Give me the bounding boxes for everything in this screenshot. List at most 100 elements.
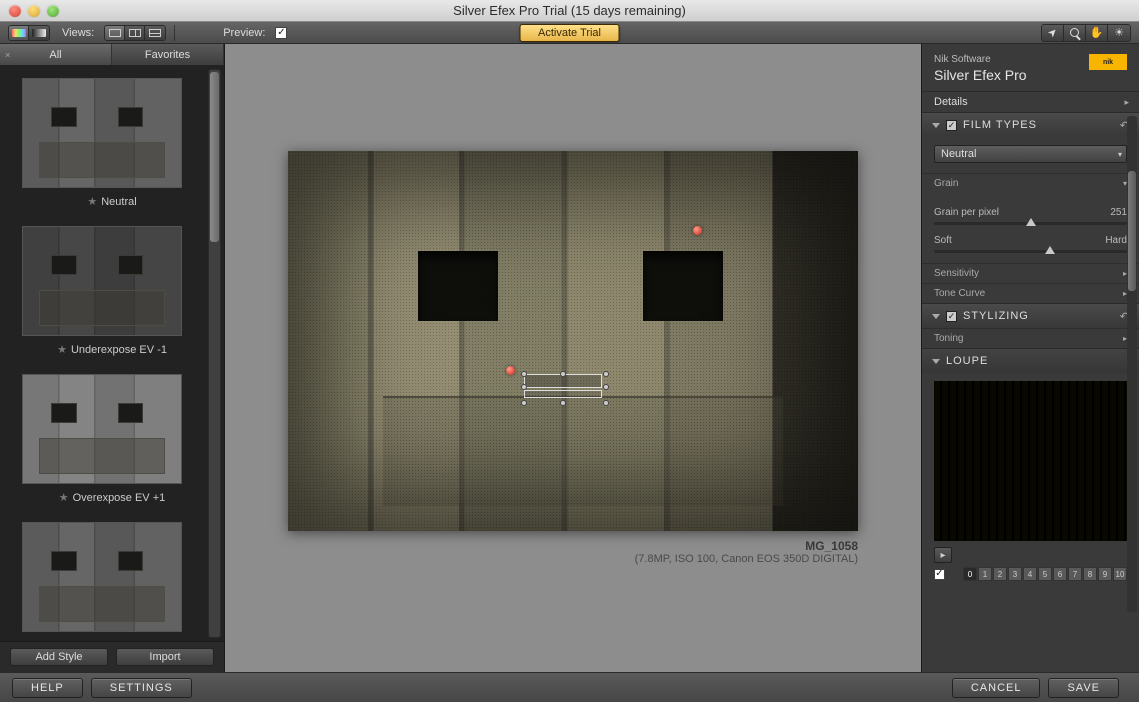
pointer-icon: ➤ (1045, 25, 1061, 41)
grain-label: Grain (934, 178, 958, 189)
loupe-preview[interactable] (934, 381, 1128, 541)
close-window-button[interactable] (9, 5, 21, 17)
favorite-star-icon[interactable]: ★ (87, 196, 97, 208)
loupe-pin-button[interactable]: ▸ (934, 547, 952, 563)
pan-tool[interactable]: ✋ (1086, 25, 1108, 41)
tone-curve-label: Tone Curve (934, 288, 985, 299)
zoom-tool[interactable] (1064, 25, 1086, 41)
color-mode-grey[interactable] (29, 26, 49, 40)
dropdown-icon: ▾ (1118, 150, 1122, 159)
preset-item[interactable]: ★ Overexpose EV +1 (22, 374, 202, 504)
control-point[interactable] (506, 366, 515, 375)
zone-3[interactable]: 3 (1008, 567, 1022, 581)
zone-4[interactable]: 4 (1023, 567, 1037, 581)
film-types-label: FILM TYPES (963, 119, 1037, 131)
control-point[interactable] (693, 226, 702, 235)
lightbulb-icon: ☀ (1114, 26, 1124, 39)
zone-5[interactable]: 5 (1038, 567, 1052, 581)
preset-scrollbar[interactable] (208, 69, 221, 638)
preset-item[interactable]: ★Underexpose EV -1 (22, 226, 202, 356)
sensitivity-label: Sensitivity (934, 268, 979, 279)
preset-scroll: ★ Neutral ★Underexpose EV -1 ★ Overexpose … (0, 66, 224, 641)
zone-scale: 0 1 2 3 4 5 6 7 8 9 10 (963, 567, 1127, 581)
preset-label: Overexpose EV +1 (73, 492, 166, 504)
magnifier-icon (1070, 28, 1079, 37)
preview-checkbox[interactable]: ✓ (275, 27, 287, 39)
window-titlebar: Silver Efex Pro Trial (15 days remaining… (0, 0, 1139, 22)
light-tool[interactable]: ☀ (1108, 25, 1130, 41)
scrollbar-thumb[interactable] (210, 72, 219, 242)
favorite-star-icon[interactable]: ★ (57, 344, 67, 356)
split-vertical-icon (129, 29, 141, 37)
hand-icon: ✋ (1090, 26, 1104, 39)
stylizing-checkbox[interactable]: ✓ (946, 311, 957, 322)
film-type-select[interactable]: Neutral ▾ (934, 145, 1127, 163)
settings-button[interactable]: SETTINGS (91, 678, 192, 698)
favorite-star-icon[interactable]: ★ (59, 492, 69, 504)
grain-per-pixel-slider[interactable] (934, 222, 1127, 225)
chevron-right-icon: ▸ (1124, 97, 1129, 108)
film-types-checkbox[interactable]: ✓ (946, 120, 957, 131)
film-type-value: Neutral (941, 148, 976, 160)
stylizing-section-header[interactable]: ✓ STYLIZING ↶ (922, 304, 1139, 328)
control-point-sliders[interactable] (516, 366, 611, 404)
loupe-label: LOUPE (946, 355, 988, 367)
grain-hardness-slider[interactable] (934, 250, 1127, 253)
split-horizontal-icon (149, 29, 161, 37)
preset-item[interactable] (22, 522, 202, 632)
save-button[interactable]: SAVE (1048, 678, 1119, 698)
scrollbar-thumb[interactable] (1128, 171, 1136, 291)
nik-logo: nik (1089, 54, 1127, 70)
import-button[interactable]: Import (116, 648, 214, 666)
zone-checkbox[interactable]: ✓ (934, 569, 945, 580)
preset-actions: Add Style Import (0, 641, 224, 672)
details-section-header[interactable]: Details ▸ (922, 92, 1139, 112)
details-label: Details (934, 96, 968, 108)
view-single[interactable] (105, 26, 125, 40)
zone-6[interactable]: 6 (1053, 567, 1067, 581)
view-split-h[interactable] (145, 26, 165, 40)
main-image[interactable] (288, 151, 858, 531)
sensitivity-row[interactable]: Sensitivity ▸ (922, 263, 1139, 283)
left-panel: ×All Favorites ★ Neutral ★Underexpose EV … (0, 44, 225, 672)
grain-per-pixel-value: 251 (1110, 207, 1127, 218)
image-metadata: (7.8MP, ISO 100, Canon EOS 350D DIGITAL) (288, 553, 858, 565)
preset-label: Neutral (101, 196, 136, 208)
preset-item[interactable]: ★ Neutral (22, 78, 202, 208)
tone-curve-row[interactable]: Tone Curve ▸ (922, 283, 1139, 303)
close-icon[interactable]: × (5, 50, 10, 60)
color-mode-color[interactable] (9, 26, 29, 40)
stylizing-label: STYLIZING (963, 310, 1029, 322)
greyscale-icon (32, 29, 46, 37)
view-split-v[interactable] (125, 26, 145, 40)
minimize-window-button[interactable] (28, 5, 40, 17)
zone-1[interactable]: 1 (978, 567, 992, 581)
pointer-tool[interactable]: ➤ (1042, 25, 1064, 41)
tab-favorites[interactable]: Favorites (112, 44, 224, 65)
triangle-down-icon (932, 123, 940, 128)
zone-9[interactable]: 9 (1098, 567, 1112, 581)
right-panel: Nik Software Silver Efex Pro nik Details… (921, 44, 1139, 672)
toolbar-divider (174, 25, 175, 41)
zone-7[interactable]: 7 (1068, 567, 1082, 581)
film-types-section-header[interactable]: ✓ FILM TYPES ↶ (922, 113, 1139, 137)
toning-row[interactable]: Toning ▸ (922, 328, 1139, 348)
add-style-button[interactable]: Add Style (10, 648, 108, 666)
zone-2[interactable]: 2 (993, 567, 1007, 581)
loupe-section-header[interactable]: LOUPE (922, 349, 1139, 373)
grain-subsection-header[interactable]: Grain ▾ (922, 173, 1139, 193)
help-button[interactable]: HELP (12, 678, 83, 698)
zone-0[interactable]: 0 (963, 567, 977, 581)
window-title: Silver Efex Pro Trial (15 days remaining… (0, 3, 1139, 18)
preview-label: Preview: (223, 27, 265, 39)
canvas-area: MG_1058 (7.8MP, ISO 100, Canon EOS 350D … (225, 44, 921, 672)
tab-all[interactable]: ×All (0, 44, 112, 65)
image-filename: MG_1058 (288, 539, 858, 553)
spectrum-icon (12, 29, 26, 37)
zoom-window-button[interactable] (47, 5, 59, 17)
right-panel-scrollbar[interactable] (1127, 116, 1137, 612)
activate-trial-button[interactable]: Activate Trial (519, 24, 620, 42)
zone-8[interactable]: 8 (1083, 567, 1097, 581)
cancel-button[interactable]: CANCEL (952, 678, 1041, 698)
zone-10[interactable]: 10 (1113, 567, 1127, 581)
